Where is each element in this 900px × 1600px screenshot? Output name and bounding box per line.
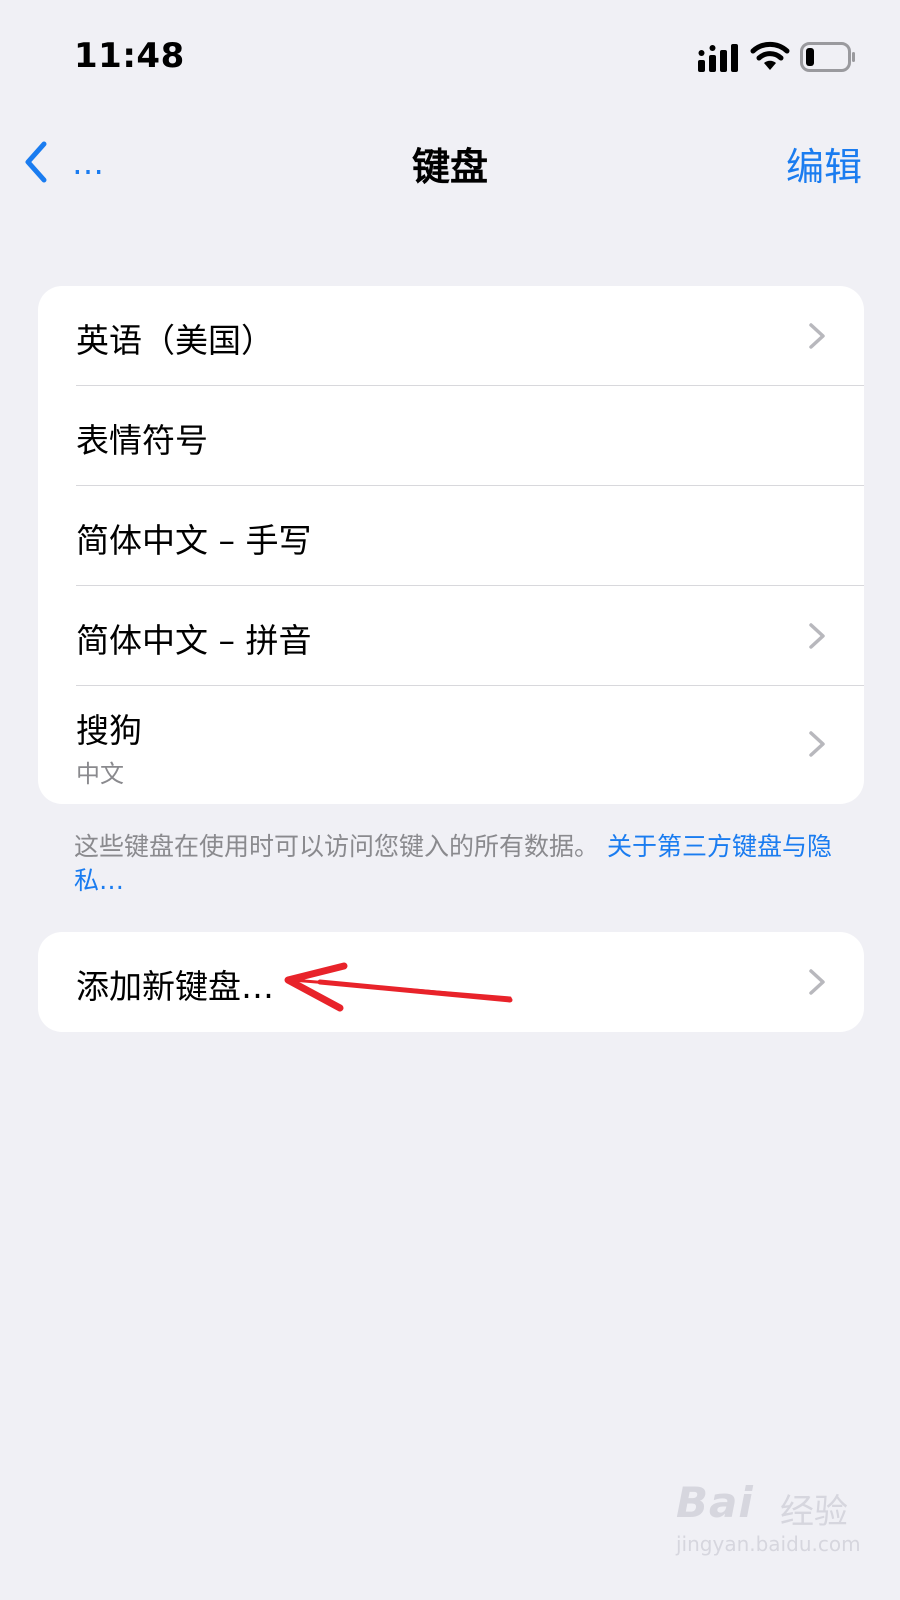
- status-time: 11:48: [74, 36, 185, 76]
- keyboard-row-chinese-pinyin[interactable]: 简体中文 – 拼音: [38, 586, 864, 686]
- navigation-bar: … 键盘 编辑: [0, 110, 900, 210]
- edit-button[interactable]: 编辑: [786, 136, 862, 191]
- red-annotation-arrow-icon: [284, 962, 513, 1012]
- baidu-watermark: Bai 经验 jingyan.baidu.com: [676, 1470, 876, 1580]
- battery-icon: [800, 42, 855, 72]
- cellular-signal-icon: [698, 44, 738, 72]
- keyboard-label: 表情符号: [76, 421, 208, 460]
- keyboard-list: 英语（美国） 表情符号 简体中文 – 手写 简体中文 – 拼音 搜狗 中文: [38, 286, 864, 804]
- chevron-right-icon: [809, 731, 825, 757]
- status-bar: 11:48: [0, 0, 900, 110]
- watermark-url: jingyan.baidu.com: [676, 1532, 861, 1556]
- keyboard-label: 英语（美国）: [76, 321, 274, 360]
- chevron-right-icon: [809, 323, 825, 349]
- wifi-icon: [750, 41, 790, 70]
- watermark-cn: 经验: [780, 1492, 848, 1532]
- keyboard-row-emoji[interactable]: 表情符号: [38, 386, 864, 486]
- keyboard-row-chinese-handwriting[interactable]: 简体中文 – 手写: [38, 486, 864, 586]
- keyboard-row-sogou[interactable]: 搜狗 中文: [38, 686, 864, 804]
- add-keyboard-label: 添加新键盘…: [76, 967, 274, 1006]
- keyboard-label: 简体中文 – 手写: [76, 521, 312, 560]
- watermark-brand: Bai: [676, 1478, 754, 1527]
- footer-text: 这些键盘在使用时可以访问您键入的所有数据。: [74, 832, 600, 861]
- chevron-right-icon: [809, 969, 825, 995]
- keyboard-sublabel: 中文: [76, 760, 124, 788]
- keyboard-label: 简体中文 – 拼音: [76, 621, 312, 660]
- keyboard-row-english-us[interactable]: 英语（美国）: [38, 286, 864, 386]
- page-title: 键盘: [411, 145, 488, 189]
- chevron-right-icon: [809, 623, 825, 649]
- privacy-footer-note: 这些键盘在使用时可以访问您键入的所有数据。 关于第三方键盘与隐私…: [74, 830, 874, 898]
- keyboard-label: 搜狗: [76, 711, 142, 750]
